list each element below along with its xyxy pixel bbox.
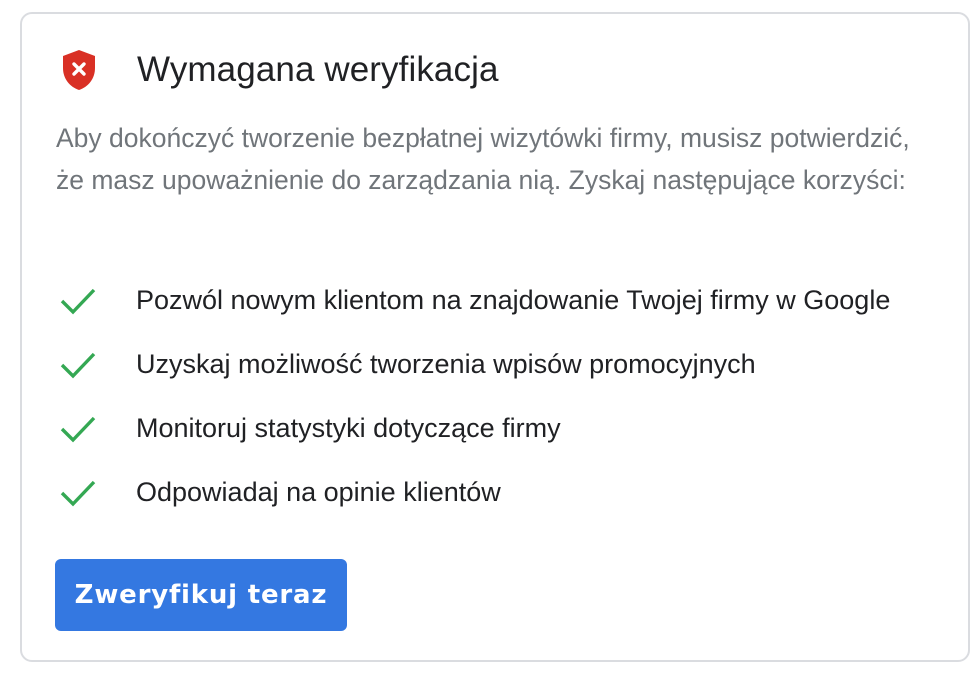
check-icon [56,406,100,450]
card-description: Aby dokończyć tworzenie bezpłatnej wizyt… [56,123,910,195]
benefit-item: Pozwól nowym klientom na znajdowanie Two… [56,268,890,332]
benefit-label: Odpowiadaj na opinie klientów [136,476,501,507]
card-header: Wymagana weryfikacja [59,44,499,96]
benefit-item: Odpowiadaj na opinie klientów [56,460,890,524]
benefit-item: Monitoruj statystyki dotyczące firmy [56,396,890,460]
check-icon [56,470,100,514]
benefits-list: Pozwól nowym klientom na znajdowanie Two… [56,268,890,524]
check-icon [56,342,100,386]
shield-error-icon [59,48,99,92]
check-icon [56,278,100,322]
benefit-label: Uzyskaj możliwość tworzenia wpisów promo… [136,348,756,379]
verification-card: Wymagana weryfikacja Aby dokończyć tworz… [20,12,970,662]
card-title: Wymagana weryfikacja [137,50,499,89]
benefit-label: Monitoruj statystyki dotyczące firmy [136,412,561,443]
benefit-label: Pozwól nowym klientom na znajdowanie Two… [136,284,891,315]
benefit-item: Uzyskaj możliwość tworzenia wpisów promo… [56,332,890,396]
verify-now-button[interactable]: Zweryfikuj teraz [55,559,347,631]
